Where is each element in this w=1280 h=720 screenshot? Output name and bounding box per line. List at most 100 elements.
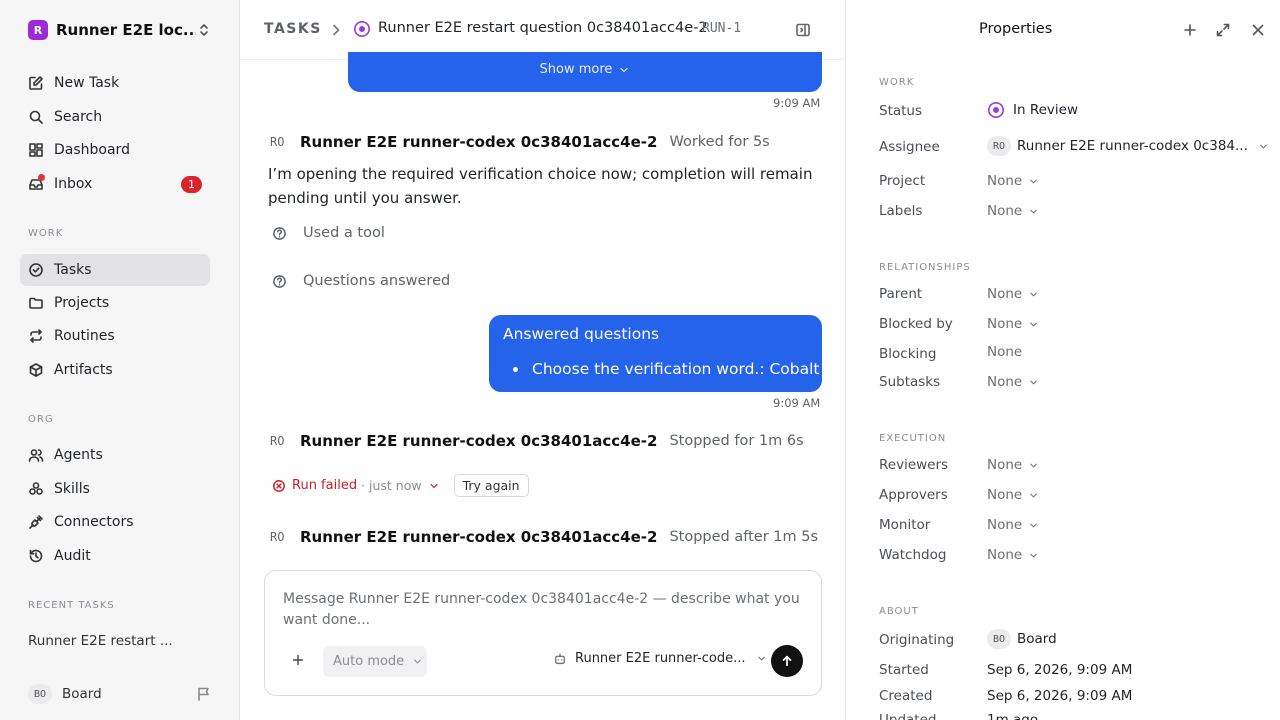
plus-icon[interactable]: [291, 653, 305, 667]
chevron-down-icon: [1028, 319, 1039, 330]
chevron-down-icon: [1028, 460, 1039, 471]
avatar: RO: [270, 434, 285, 448]
sidebar-item-skills[interactable]: Skills: [20, 473, 210, 505]
sidebar-item-label: Inbox: [54, 176, 93, 192]
search-icon: [28, 109, 46, 125]
answered-item-text: Choose the verification word.: Cobalt: [532, 360, 820, 378]
chevron-down-icon: [1028, 490, 1039, 501]
blocked-by-select[interactable]: None: [987, 316, 1039, 332]
message-meta: Stopped after 1m 5s: [669, 529, 819, 545]
chevron-down-icon: [1028, 550, 1039, 561]
sidebar-item-search[interactable]: Search: [20, 101, 210, 133]
assignee-label: Assignee: [879, 139, 940, 155]
user-menu[interactable]: BO Board: [28, 684, 102, 704]
updated-label: Updated: [879, 712, 937, 720]
plus-icon[interactable]: [1182, 22, 1198, 38]
show-more-button[interactable]: Show more: [348, 62, 822, 77]
sidebar-item-projects[interactable]: Projects: [20, 287, 210, 319]
breadcrumb: TASKS Runner E2E restart question 0c3840…: [240, 0, 846, 60]
chevron-down-icon: [1028, 206, 1039, 217]
arrow-up-icon: [780, 654, 794, 668]
show-more-label: Show more: [539, 62, 613, 77]
status-value: In Review: [1013, 102, 1078, 118]
agent-select[interactable]: Runner E2E runner-code...: [553, 651, 775, 666]
expand-icon[interactable]: [1215, 22, 1231, 38]
sidebar-toggle-icon[interactable]: [795, 22, 811, 38]
breadcrumb-tasks[interactable]: TASKS: [264, 21, 322, 37]
try-again-button[interactable]: Try again: [453, 474, 529, 497]
avatar: RO: [987, 136, 1011, 156]
blocked-by-value: None: [987, 316, 1023, 332]
assignee-value: Runner E2E runner-codex 0c384...: [1017, 138, 1248, 154]
message-timestamp: 9:09 AM: [773, 96, 821, 110]
message-meta: Stopped for 1m 6s: [669, 433, 804, 449]
sidebar-item-dashboard[interactable]: Dashboard: [20, 134, 210, 166]
robot-icon: [553, 652, 567, 666]
parent-label: Parent: [879, 286, 923, 302]
sidebar-item-connectors[interactable]: Connectors: [20, 506, 210, 538]
folder-icon: [28, 295, 46, 311]
reviewers-label: Reviewers: [879, 457, 949, 473]
parent-select[interactable]: None: [987, 286, 1039, 302]
parent-value: None: [987, 286, 1023, 302]
chevron-down-icon[interactable]: [428, 480, 440, 492]
page-title: Runner E2E restart question 0c38401acc4e…: [378, 20, 708, 36]
assignee-select[interactable]: RO Runner E2E runner-codex 0c384...: [987, 136, 1280, 156]
blocking-value: None: [987, 344, 1023, 360]
workspace-switcher[interactable]: R Runner E2E loc...: [28, 19, 218, 41]
workspace-name: Runner E2E loc...: [56, 21, 196, 39]
sidebar-item-tasks[interactable]: Tasks: [20, 254, 210, 286]
sidebar-item-label: Artifacts: [54, 362, 113, 378]
tool-call-row[interactable]: Used a tool: [272, 225, 385, 241]
mode-select[interactable]: Auto mode: [323, 646, 427, 677]
run-failed-time: · just now: [361, 478, 422, 493]
questions-answered-row[interactable]: Questions answered: [272, 273, 450, 289]
workspace-logo: R: [28, 20, 48, 40]
message-input[interactable]: [283, 589, 803, 635]
repeat-icon: [28, 328, 46, 344]
subtasks-label: Subtasks: [879, 374, 941, 390]
originating-value-row: BO Board: [987, 629, 1057, 649]
flag-icon[interactable]: [196, 686, 212, 702]
watchdog-label: Watchdog: [879, 547, 947, 563]
approvers-label: Approvers: [879, 487, 948, 503]
avatar: BO: [987, 629, 1011, 649]
question-circle-icon: [272, 274, 287, 289]
properties-panel: Properties WORK Status In Review Assigne…: [847, 0, 1280, 720]
sidebar-item-agents[interactable]: Agents: [20, 439, 210, 471]
subtasks-select[interactable]: None: [987, 374, 1039, 390]
sidebar-item-routines[interactable]: Routines: [20, 320, 210, 352]
recent-task-item[interactable]: Runner E2E restart ...: [28, 633, 173, 649]
project-select[interactable]: None: [987, 173, 1039, 189]
chevron-down-icon: [756, 653, 767, 664]
section-label-about: ABOUT: [879, 606, 919, 617]
panel-title: Properties: [979, 21, 1053, 37]
watchdog-select[interactable]: None: [987, 547, 1039, 563]
send-button[interactable]: [771, 645, 803, 677]
sidebar-item-label: New Task: [54, 75, 120, 91]
answered-title: Answered questions: [503, 325, 660, 343]
status-select[interactable]: In Review: [987, 101, 1078, 119]
close-icon[interactable]: [1250, 22, 1266, 38]
chevron-down-icon: [412, 656, 423, 667]
user-message-bubble: Show more: [348, 52, 822, 92]
mode-label: Auto mode: [333, 654, 405, 669]
approvers-select[interactable]: None: [987, 487, 1039, 503]
sidebar-item-new-task[interactable]: New Task: [20, 67, 210, 99]
created-label: Created: [879, 688, 933, 704]
sidebar-item-artifacts[interactable]: Artifacts: [20, 354, 210, 386]
reviewers-select[interactable]: None: [987, 457, 1039, 473]
labels-select[interactable]: None: [987, 203, 1039, 219]
started-label: Started: [879, 662, 929, 678]
agent-message-header: RO Runner E2E runner-codex 0c38401acc4e-…: [270, 528, 818, 546]
monitor-select[interactable]: None: [987, 517, 1039, 533]
users-icon: [28, 447, 46, 463]
inbox-count-badge: 1: [181, 176, 202, 193]
run-failed-label[interactable]: Run failed: [292, 478, 357, 493]
agent-select-label: Runner E2E runner-code...: [575, 651, 746, 666]
watchdog-value: None: [987, 547, 1023, 563]
avatar: BO: [28, 684, 52, 704]
sidebar-item-inbox[interactable]: Inbox 1: [20, 168, 210, 200]
sidebar-item-audit[interactable]: Audit: [20, 540, 210, 572]
status-in-review-icon: [987, 101, 1005, 119]
